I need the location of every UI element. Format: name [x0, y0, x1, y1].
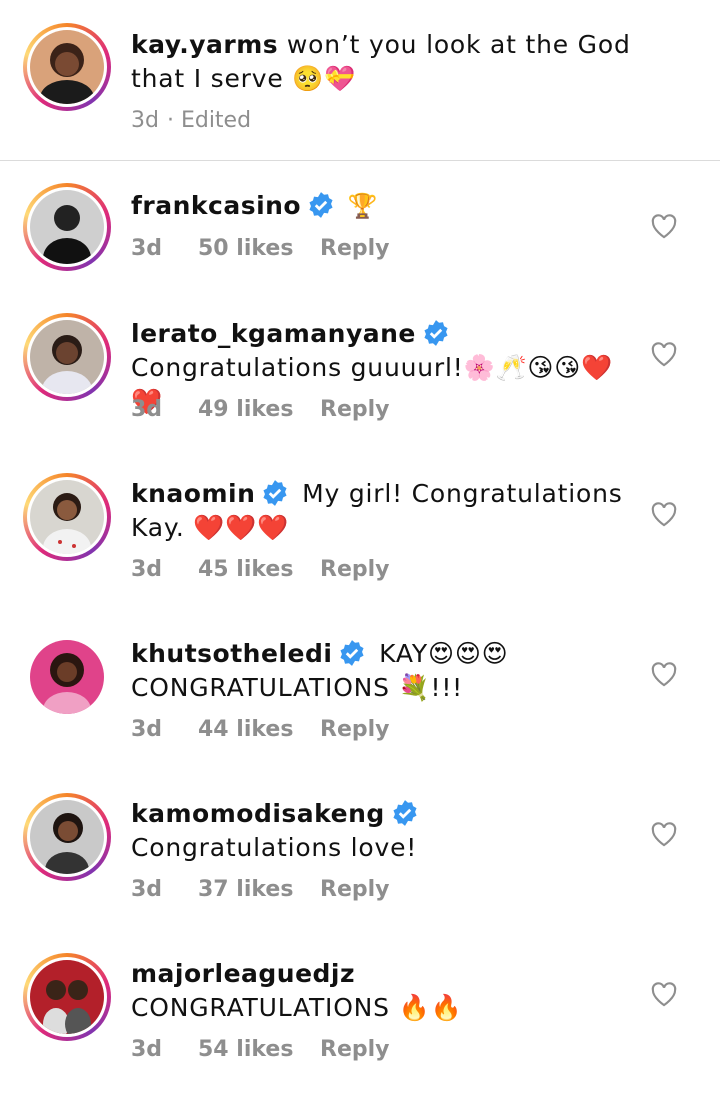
avatar-photo — [30, 320, 104, 394]
reply-button[interactable]: Reply — [320, 236, 390, 261]
avatar-photo — [30, 190, 104, 264]
verified-badge-icon — [309, 192, 333, 218]
reply-button[interactable]: Reply — [320, 717, 390, 742]
reply-button[interactable]: Reply — [320, 397, 390, 422]
caption-username[interactable]: kay.yarms — [131, 30, 278, 59]
comment-avatar[interactable] — [23, 953, 111, 1041]
comment-body: Congratulations love! — [131, 833, 418, 862]
comment-likes[interactable]: 50 likes — [198, 236, 320, 261]
heart-outline-icon[interactable] — [650, 501, 678, 527]
comment-username[interactable]: frankcasino — [131, 191, 301, 220]
caption-time: 3d — [131, 108, 159, 133]
comment-meta: 3d 37 likes Reply — [131, 877, 390, 902]
comment-body: 🏆 — [339, 192, 379, 220]
avatar-photo — [30, 480, 104, 554]
avatar-photo — [30, 960, 104, 1034]
avatar-photo — [30, 800, 104, 874]
comment-text: knaomin My girl! Congratulations Kay. ❤️… — [131, 477, 631, 545]
heart-outline-icon[interactable] — [650, 821, 678, 847]
comment-username[interactable]: majorleaguedjz — [131, 959, 355, 988]
comment-likes[interactable]: 44 likes — [198, 717, 320, 742]
comment-text: majorleaguedjz CONGRATULATIONS 🔥🔥 — [131, 957, 631, 1025]
post-caption: kay.yarms won’t you look at the God that… — [0, 0, 720, 160]
comment-avatar[interactable] — [30, 640, 104, 714]
comment-time: 3d — [131, 877, 163, 902]
caption-edited: · Edited — [166, 108, 252, 133]
comment-avatar[interactable] — [23, 183, 111, 271]
comment-body: CONGRATULATIONS 🔥🔥 — [131, 993, 463, 1022]
reply-button[interactable]: Reply — [320, 557, 390, 582]
comment-likes[interactable]: 45 likes — [198, 557, 320, 582]
heart-outline-icon[interactable] — [650, 341, 678, 367]
heart-outline-icon[interactable] — [650, 981, 678, 1007]
comment-username[interactable]: kamomodisakeng — [131, 799, 385, 828]
comment-meta: 3d 49 likes Reply — [131, 397, 390, 422]
comment-avatar[interactable] — [23, 313, 111, 401]
divider — [0, 160, 720, 161]
comment-username[interactable]: knaomin — [131, 479, 255, 508]
comment-avatar[interactable] — [23, 793, 111, 881]
caption-meta: 3d · Edited — [131, 108, 251, 133]
comment-likes[interactable]: 54 likes — [198, 1037, 320, 1062]
comment-time: 3d — [131, 1037, 163, 1062]
comment-meta: 3d 45 likes Reply — [131, 557, 390, 582]
comment-username[interactable]: lerato_kgamanyane — [131, 319, 416, 348]
comment-meta: 3d 54 likes Reply — [131, 1037, 390, 1062]
heart-outline-icon[interactable] — [650, 213, 678, 239]
comment-likes[interactable]: 49 likes — [198, 397, 320, 422]
reply-button[interactable]: Reply — [320, 1037, 390, 1062]
avatar-photo — [30, 30, 104, 104]
comment-time: 3d — [131, 557, 163, 582]
verified-badge-icon — [340, 640, 364, 666]
verified-badge-icon — [263, 480, 287, 506]
reply-button[interactable]: Reply — [320, 877, 390, 902]
comment-time: 3d — [131, 397, 163, 422]
verified-badge-icon — [424, 320, 448, 346]
comment-meta: 3d 50 likes Reply — [131, 236, 390, 261]
comment-meta: 3d 44 likes Reply — [131, 717, 390, 742]
heart-outline-icon[interactable] — [650, 661, 678, 687]
comment-time: 3d — [131, 717, 163, 742]
comment-time: 3d — [131, 236, 163, 261]
caption-author-avatar[interactable] — [23, 23, 111, 111]
comment-text: khutsotheledi KAY😍😍😍 CONGRATULATIONS 💐!!… — [131, 637, 631, 705]
comment-text: frankcasino 🏆 — [131, 189, 631, 223]
comment-likes[interactable]: 37 likes — [198, 877, 320, 902]
verified-badge-icon — [393, 800, 417, 826]
comment-username[interactable]: khutsotheledi — [131, 639, 332, 668]
comment-avatar[interactable] — [23, 473, 111, 561]
caption-text: kay.yarms won’t you look at the God that… — [131, 28, 631, 96]
comment-text: kamomodisakeng Congratulations love! — [131, 797, 631, 865]
